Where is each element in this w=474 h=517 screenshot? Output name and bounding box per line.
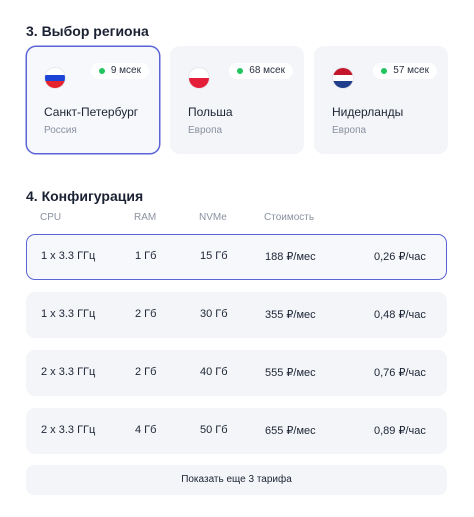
status-dot-icon xyxy=(237,68,244,74)
ram-value: 2 Гб xyxy=(135,308,157,320)
monthly-price: 355 ₽/мес xyxy=(265,309,316,321)
cpu-value: 2 x 3.3 ГГц xyxy=(41,424,96,436)
ram-value: 4 Гб xyxy=(135,424,157,436)
hourly-price: 0,89 ₽/час xyxy=(374,425,426,437)
region-area: Европа xyxy=(332,125,367,136)
config-row[interactable]: 1 x 3.3 ГГц 2 Гб 30 Гб 355 ₽/мес 0,48 ₽/… xyxy=(26,292,447,338)
ping-value: 68 мсек xyxy=(249,65,285,76)
column-header-nvme: NVMe xyxy=(199,212,227,223)
poland-flag-icon xyxy=(188,67,210,89)
column-header-price: Стоимость xyxy=(264,212,315,223)
nvme-value: 50 Гб xyxy=(200,424,228,436)
region-area: Европа xyxy=(188,125,223,136)
monthly-price: 555 ₽/мес xyxy=(265,367,316,379)
column-header-ram: RAM xyxy=(134,212,157,223)
cpu-value: 1 x 3.3 ГГц xyxy=(41,308,96,320)
region-card-saint-petersburg[interactable]: 9 мсек Санкт-Петербург Россия xyxy=(26,46,160,154)
show-more-tariffs-button[interactable]: Показать еще 3 тарифа xyxy=(26,465,447,495)
region-area: Россия xyxy=(44,125,77,136)
column-header-cpu: CPU xyxy=(40,212,62,223)
region-name: Санкт-Петербург xyxy=(44,105,139,119)
ping-value: 9 мсек xyxy=(110,65,141,76)
status-dot-icon xyxy=(381,68,388,74)
ping-value: 57 мсек xyxy=(393,65,429,76)
hourly-price: 0,48 ₽/час xyxy=(374,309,426,321)
russia-flag-icon xyxy=(44,67,66,89)
hourly-price: 0,76 ₽/час xyxy=(374,367,426,379)
region-card-poland[interactable]: 68 мсек Польша Европа xyxy=(170,46,304,154)
nvme-value: 30 Гб xyxy=(200,308,228,320)
region-name: Польша xyxy=(188,105,233,119)
cpu-value: 2 x 3.3 ГГц xyxy=(41,366,96,378)
monthly-price: 188 ₽/мес xyxy=(265,251,316,263)
monthly-price: 655 ₽/мес xyxy=(265,425,316,437)
netherlands-flag-icon xyxy=(332,67,354,89)
cpu-value: 1 x 3.3 ГГц xyxy=(41,250,96,262)
config-row[interactable]: 2 x 3.3 ГГц 2 Гб 40 Гб 555 ₽/мес 0,76 ₽/… xyxy=(26,350,447,396)
config-row[interactable]: 2 x 3.3 ГГц 4 Гб 50 Гб 655 ₽/мес 0,89 ₽/… xyxy=(26,408,447,454)
ping-badge: 9 мсек xyxy=(90,63,149,79)
hourly-price: 0,26 ₽/час xyxy=(374,251,426,263)
config-row[interactable]: 1 x 3.3 ГГц 1 Гб 15 Гб 188 ₽/мес 0,26 ₽/… xyxy=(26,234,447,280)
status-dot-icon xyxy=(98,68,105,74)
ping-badge: 57 мсек xyxy=(373,63,437,79)
ping-badge: 68 мсек xyxy=(229,63,293,79)
ram-value: 2 Гб xyxy=(135,366,157,378)
nvme-value: 15 Гб xyxy=(200,250,228,262)
config-section-title: 4. Конфигурация xyxy=(26,188,144,204)
region-card-netherlands[interactable]: 57 мсек Нидерланды Европа xyxy=(314,46,448,154)
ram-value: 1 Гб xyxy=(135,250,157,262)
region-section-title: 3. Выбор региона xyxy=(26,23,149,39)
nvme-value: 40 Гб xyxy=(200,366,228,378)
region-name: Нидерланды xyxy=(332,105,404,119)
